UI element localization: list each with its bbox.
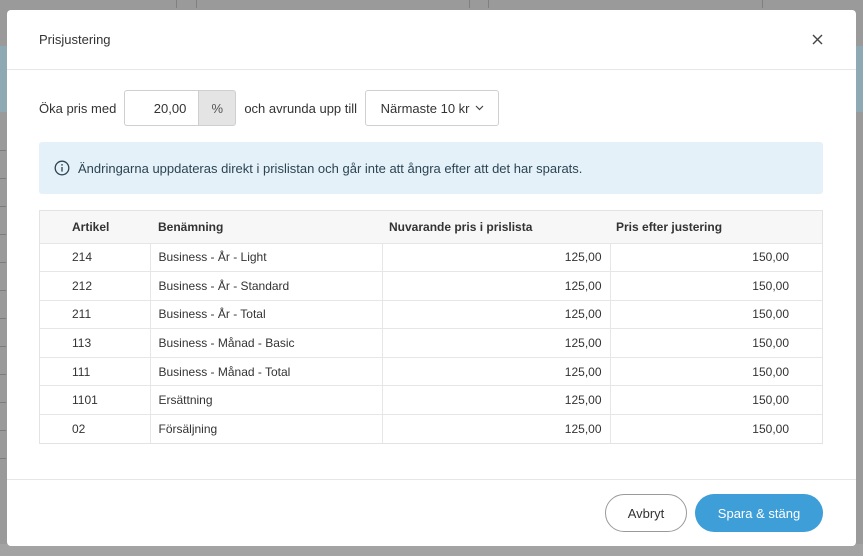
cell-current-price: 125,00	[381, 385, 610, 415]
background-divider	[0, 402, 6, 403]
cell-name: Business - År - Standard	[149, 271, 382, 301]
table-row: 211 Business - År - Total 125,00 150,00	[40, 300, 822, 329]
background-cell	[196, 0, 197, 8]
increase-label: Öka pris med	[39, 100, 117, 116]
round-label: och avrunda upp till	[244, 100, 358, 116]
cell-current-price: 125,00	[381, 300, 610, 329]
table-row: 1101 Ersättning 125,00 150,00	[40, 385, 822, 415]
table-row: 113 Business - Månad - Basic 125,00 150,…	[40, 328, 822, 358]
cell-article: 211	[72, 307, 92, 322]
info-text: Ändringarna uppdateras direkt i prislist…	[78, 160, 583, 176]
info-notice: Ändringarna uppdateras direkt i prislist…	[39, 142, 823, 194]
cell-current-price: 125,00	[381, 243, 610, 272]
background-divider	[0, 234, 6, 235]
cell-adjusted-price: 150,00	[609, 271, 822, 301]
cell-name: Ersättning	[149, 385, 382, 415]
cell-name: Business - År - Light	[149, 243, 382, 272]
cell-name: Business - Månad - Basic	[149, 328, 382, 358]
background-cell	[762, 0, 763, 8]
table-row: 214 Business - År - Light 125,00 150,00	[40, 243, 822, 272]
background-divider	[0, 206, 6, 207]
background-divider	[0, 150, 6, 151]
cell-article: 113	[72, 336, 92, 351]
cell-name: Business - År - Total	[149, 300, 382, 329]
rounding-selected-value: Närmaste 10 kr	[380, 100, 470, 116]
cell-article: 212	[72, 278, 93, 293]
background-divider	[0, 346, 6, 347]
cell-current-price: 125,00	[381, 271, 610, 301]
table-row: 02 Försäljning 125,00 150,00	[40, 414, 822, 444]
background-divider	[0, 290, 6, 291]
background-divider	[0, 374, 6, 375]
cell-adjusted-price: 150,00	[609, 414, 822, 444]
cell-name: Försäljning	[149, 414, 382, 444]
close-button[interactable]	[808, 30, 826, 48]
cancel-button[interactable]: Avbryt	[605, 494, 687, 532]
background-divider	[0, 318, 6, 319]
background-divider	[0, 262, 6, 263]
background-cell	[469, 0, 470, 8]
header-current-price[interactable]: Nuvarande pris i prislista	[382, 211, 610, 243]
percent-unit: %	[198, 90, 237, 126]
background-divider	[0, 458, 6, 459]
percent-input-group: %	[124, 90, 237, 126]
cell-name: Business - Månad - Total	[149, 357, 382, 386]
header-adjusted-price[interactable]: Pris efter justering	[610, 211, 822, 243]
percent-input[interactable]	[124, 90, 199, 126]
cell-adjusted-price: 150,00	[609, 300, 822, 329]
price-adjustment-dialog: Prisjustering Öka pris med % och avrunda…	[7, 10, 856, 546]
background-divider	[0, 430, 6, 431]
cell-article: 111	[72, 364, 91, 379]
adjustment-controls: Öka pris med % och avrunda upp till Närm…	[39, 90, 500, 126]
cell-article: 02	[72, 422, 86, 437]
dialog-title: Prisjustering	[39, 32, 111, 47]
header-name[interactable]: Benämning	[150, 211, 382, 243]
chevron-down-icon	[475, 105, 483, 111]
background-cell	[176, 0, 177, 8]
background-divider	[0, 178, 6, 179]
table-header-row: Artikel Benämning Nuvarande pris i prisl…	[40, 211, 822, 243]
cell-current-price: 125,00	[381, 414, 610, 444]
cell-article: 1101	[72, 393, 98, 408]
background-cell	[488, 0, 489, 8]
close-icon	[812, 34, 822, 44]
dialog-header: Prisjustering	[7, 10, 856, 70]
table-row: 212 Business - År - Standard 125,00 150,…	[40, 271, 822, 301]
price-table: Artikel Benämning Nuvarande pris i prisl…	[39, 210, 823, 445]
header-article[interactable]: Artikel	[40, 211, 150, 243]
info-icon	[54, 160, 70, 176]
dialog-footer: Avbryt Spara & stäng	[7, 479, 856, 546]
cell-current-price: 125,00	[381, 328, 610, 358]
save-and-close-button[interactable]: Spara & stäng	[695, 494, 823, 532]
cell-adjusted-price: 150,00	[609, 328, 822, 358]
cell-adjusted-price: 150,00	[609, 385, 822, 415]
table-row: 111 Business - Månad - Total 125,00 150,…	[40, 357, 822, 386]
cell-adjusted-price: 150,00	[609, 243, 822, 272]
cell-current-price: 125,00	[381, 357, 610, 386]
rounding-dropdown[interactable]: Närmaste 10 kr	[365, 90, 500, 126]
cell-adjusted-price: 150,00	[609, 357, 822, 386]
cell-article: 214	[72, 250, 93, 265]
